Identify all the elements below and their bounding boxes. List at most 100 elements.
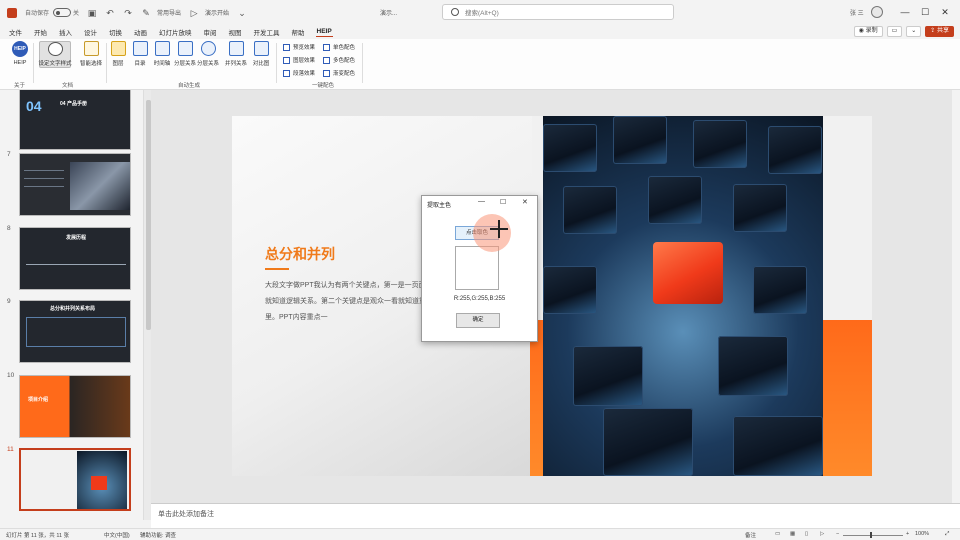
quick-access-slideshow[interactable]: 演示开始: [205, 8, 229, 17]
catalog-button[interactable]: 目录: [129, 41, 151, 67]
thumb-title: 项目介绍: [28, 397, 49, 403]
redo-icon[interactable]: ↷: [123, 8, 133, 18]
undo-icon[interactable]: ↶: [105, 8, 115, 18]
checkbox-icon: [323, 69, 330, 77]
current-slide[interactable]: 总分和并列 大段文字做PPT我认为有两个关键点，第一是一页面中的图形就知道逻辑关…: [232, 116, 872, 476]
zoom-in-icon[interactable]: +: [906, 531, 909, 537]
hierarchy-label: 分层关系: [197, 61, 220, 67]
relation-button[interactable]: 分层关系: [174, 41, 196, 67]
comments-icon[interactable]: ▭: [886, 26, 903, 37]
tab-design[interactable]: 设计: [83, 26, 98, 38]
zoom-slider[interactable]: [843, 535, 903, 536]
check-paragraph-effect[interactable]: 段落效果: [283, 69, 315, 77]
tab-view[interactable]: 视图: [228, 26, 243, 38]
auto-choose-button[interactable]: 智能选择: [76, 41, 106, 67]
tab-home[interactable]: 开始: [33, 26, 48, 38]
save-icon[interactable]: ▣: [87, 8, 97, 18]
cube: [693, 120, 747, 168]
slide-thumbnail[interactable]: 总分和并列关系布局: [19, 300, 131, 363]
ribbon: HEIP HEIP 关于 设定文字样式 智能选择 文档 图层 目录 时间轴 分层…: [0, 39, 960, 90]
compare-button[interactable]: 对比图: [250, 41, 272, 67]
tab-developer[interactable]: 开发工具: [253, 26, 281, 38]
share-label: 共享: [936, 28, 949, 34]
tab-transitions[interactable]: 切换: [108, 26, 123, 38]
slide-thumbnail-selected[interactable]: [19, 448, 131, 511]
accessibility-status[interactable]: 辅助功能: 调查: [140, 531, 176, 539]
quick-access-export[interactable]: 常用导出: [157, 8, 181, 17]
zoom-level[interactable]: 100%: [915, 531, 929, 537]
parallel-button[interactable]: 并列关系: [225, 41, 247, 67]
cube: [733, 184, 787, 232]
cursor-highlight: [473, 214, 511, 252]
tab-help[interactable]: 帮助: [291, 26, 306, 38]
check-layer-effect[interactable]: 图层效果: [283, 56, 315, 64]
zoom-out-icon[interactable]: −: [836, 531, 839, 537]
slide-title[interactable]: 总分和并列: [265, 244, 335, 264]
tab-animations[interactable]: 动画: [133, 26, 148, 38]
text-style-button[interactable]: 设定文字样式: [39, 41, 72, 68]
catch-up-icon[interactable]: ⌄: [906, 26, 922, 37]
cubes-photo[interactable]: [543, 116, 823, 476]
checkbox-icon: [323, 56, 330, 64]
tab-file[interactable]: 文件: [8, 26, 23, 38]
tab-heip[interactable]: HEIP: [315, 27, 333, 37]
hierarchy-button[interactable]: 分层关系: [197, 41, 219, 67]
tab-insert[interactable]: 插入: [58, 26, 73, 38]
check-label: 图层效果: [293, 58, 316, 64]
catalog-icon: [132, 41, 148, 56]
parallel-icon: [228, 41, 244, 56]
scrollbar-thumb[interactable]: [145, 100, 151, 330]
tab-review[interactable]: 审阅: [203, 26, 218, 38]
start-slideshow-icon[interactable]: ▷: [189, 8, 199, 18]
layer-icon: [110, 41, 126, 56]
close-window-icon[interactable]: ✕: [938, 5, 952, 19]
dialog-minimize-icon[interactable]: —: [478, 198, 485, 205]
layer-button[interactable]: 图层: [107, 41, 129, 67]
thumb-building-image: [70, 162, 130, 210]
timeline-button[interactable]: 时间轴: [151, 41, 173, 67]
dialog-close-icon[interactable]: ✕: [522, 198, 528, 206]
zoom-slider-knob[interactable]: [870, 532, 872, 538]
dialog-maximize-icon[interactable]: ☐: [500, 198, 506, 206]
thumb-title: 04 产品手册: [60, 101, 87, 107]
fit-to-window-icon[interactable]: ⤢: [945, 531, 949, 538]
customize-quick-access-icon[interactable]: ⌄: [237, 8, 247, 18]
ribbon-tabs: 文件 开始 插入 设计 切换 动画 幻灯片放映 审阅 视图 开发工具 帮助 HE…: [0, 25, 960, 39]
format-painter-icon[interactable]: ✎: [141, 8, 151, 18]
share-button[interactable]: ⇪ 共享: [925, 26, 954, 37]
slideshow-view-icon[interactable]: ▷: [820, 531, 824, 537]
check-single-color[interactable]: 单色配色: [323, 43, 355, 51]
slide-thumbnail[interactable]: [19, 153, 131, 216]
timeline-label: 时间轴: [153, 61, 171, 67]
slide-thumbnail[interactable]: 项目介绍: [19, 375, 131, 438]
notes-toggle[interactable]: 备注: [745, 531, 756, 539]
notes-pane[interactable]: 单击此处添加备注: [151, 503, 960, 528]
slide-sorter-icon[interactable]: ▦: [790, 531, 795, 537]
check-multi-color[interactable]: 多色配色: [323, 56, 355, 64]
check-gradient-color[interactable]: 渐变配色: [323, 69, 355, 77]
group-label-auto-gen: 自动生成: [178, 83, 201, 89]
ok-button[interactable]: 确定: [456, 313, 500, 328]
slide-thumbnail[interactable]: 04 04 产品手册: [19, 90, 131, 150]
language-status[interactable]: 中文(中国): [104, 531, 130, 539]
minimize-window-icon[interactable]: —: [898, 5, 912, 19]
thumb-number-graphic: 04: [26, 98, 42, 114]
check-preview-effect[interactable]: 预览效果: [283, 43, 315, 51]
dialog-title: 提取主色: [427, 203, 452, 209]
maximize-window-icon[interactable]: ☐: [918, 5, 932, 19]
red-cube: [653, 242, 723, 304]
tab-slideshow[interactable]: 幻灯片放映: [158, 26, 193, 38]
slide-thumbnail[interactable]: 发展历程: [19, 227, 131, 290]
search-input[interactable]: 搜索(Alt+Q): [442, 4, 674, 20]
slide-thumbnail-pane: 04 04 产品手册 7 8 发展历程 9 总分和并列关系布局 10 项目介绍 …: [0, 90, 143, 528]
autosave-toggle[interactable]: [53, 8, 72, 17]
avatar[interactable]: [871, 6, 883, 18]
helper-button[interactable]: HEIP HEIP: [9, 41, 31, 66]
thumbnail-scrollbar[interactable]: [143, 90, 151, 520]
check-label: 多色配色: [333, 58, 356, 64]
reading-view-icon[interactable]: ▯: [805, 531, 808, 537]
record-button[interactable]: ◉ 录制: [853, 26, 883, 37]
cube: [563, 186, 617, 234]
layer-label: 图层: [112, 61, 124, 67]
normal-view-icon[interactable]: ▭: [775, 531, 780, 537]
